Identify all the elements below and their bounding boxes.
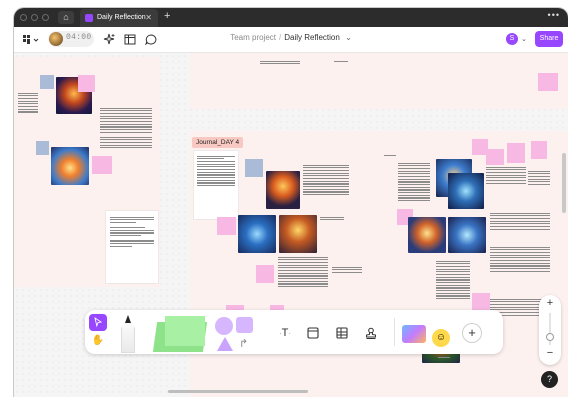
- horizontal-scrollbar[interactable]: [168, 390, 308, 393]
- breadcrumb-project[interactable]: Team project: [230, 33, 276, 42]
- artwork-image[interactable]: [448, 173, 484, 209]
- text-block: [438, 355, 450, 359]
- square-shape-tool[interactable]: [236, 317, 253, 333]
- connector-arrow-icon[interactable]: ↱: [239, 337, 248, 350]
- breadcrumb: Team project / Daily Reflection ⌄: [14, 33, 568, 42]
- text-block: [528, 169, 550, 187]
- close-tab-icon[interactable]: ✕: [145, 9, 152, 27]
- tab-daily-reflection[interactable]: Daily Reflection ✕: [80, 9, 158, 27]
- artwork-image[interactable]: [266, 171, 300, 209]
- close-window-dot[interactable]: [20, 14, 27, 21]
- artwork-image[interactable]: [448, 217, 486, 253]
- sticky-note[interactable]: [472, 293, 490, 311]
- artwork-image[interactable]: [51, 147, 89, 185]
- user-avatar[interactable]: S: [506, 33, 518, 45]
- bottom-toolbar: ✋ ↱ ·T· ☺ +: [85, 310, 503, 354]
- zoom-slider-knob[interactable]: [546, 333, 554, 341]
- text-block: [100, 106, 152, 134]
- more-tools-button[interactable]: +: [462, 323, 482, 343]
- frame-icon[interactable]: [303, 324, 323, 342]
- sticky-note[interactable]: [78, 75, 95, 92]
- file-toolbar: 04:00 Team project / Daily Reflection ⌄ S …: [14, 27, 568, 53]
- sticky-note[interactable]: [40, 75, 54, 89]
- zoom-in-button[interactable]: +: [539, 297, 561, 309]
- artwork-image[interactable]: [279, 215, 317, 253]
- dock-divider: [394, 318, 395, 346]
- minimize-window-dot[interactable]: [31, 14, 38, 21]
- tab-title: Daily Reflection: [97, 14, 146, 21]
- text-block: [384, 153, 396, 157]
- circle-shape-tool[interactable]: [215, 317, 233, 335]
- table-icon[interactable]: [332, 324, 352, 342]
- help-button[interactable]: ?: [541, 371, 558, 388]
- sticky-note[interactable]: [245, 159, 263, 177]
- section-label[interactable]: Journal_DAY 4: [192, 137, 244, 148]
- text-block: [334, 59, 348, 63]
- home-icon[interactable]: ⌂: [58, 11, 74, 24]
- text-tool[interactable]: ·T·: [275, 324, 295, 342]
- text-block: [398, 161, 430, 203]
- text-block: [100, 135, 152, 150]
- sticky-note-tool-front[interactable]: [165, 316, 205, 346]
- artwork-image[interactable]: [408, 217, 446, 253]
- text-block: [490, 245, 550, 273]
- hand-icon[interactable]: ✋: [89, 332, 107, 349]
- document-card[interactable]: [194, 151, 238, 219]
- figma-file-icon: [85, 14, 93, 22]
- chevron-down-icon[interactable]: ⌄: [345, 33, 352, 42]
- sticky-note[interactable]: [538, 73, 558, 91]
- sticky-note[interactable]: [36, 141, 49, 155]
- pointer-icon[interactable]: [89, 314, 107, 331]
- breadcrumb-separator: /: [279, 33, 282, 42]
- sticky-note[interactable]: [217, 217, 236, 235]
- more-menu-icon[interactable]: •••: [548, 10, 560, 20]
- triangle-shape-tool[interactable]: [217, 337, 233, 351]
- stamp-icon[interactable]: [361, 324, 381, 342]
- text-block: [278, 255, 328, 289]
- sticky-note[interactable]: [92, 156, 112, 174]
- sticky-note[interactable]: [486, 149, 504, 165]
- zoom-out-button[interactable]: −: [539, 347, 561, 359]
- sticky-note[interactable]: [507, 143, 525, 163]
- text-block: [303, 163, 349, 197]
- vertical-scrollbar[interactable]: [562, 153, 566, 213]
- artwork-image[interactable]: [238, 215, 276, 253]
- chevron-down-icon[interactable]: ⌄: [521, 32, 529, 47]
- share-button[interactable]: Share: [535, 31, 563, 47]
- text-block: [486, 165, 526, 185]
- section-top[interactable]: [190, 53, 568, 109]
- text-block: [320, 215, 344, 222]
- text-block: [18, 91, 38, 114]
- sticky-note[interactable]: [256, 265, 274, 283]
- new-tab-button[interactable]: +: [164, 10, 170, 22]
- text-block: [490, 211, 550, 231]
- breadcrumb-file[interactable]: Daily Reflection: [284, 33, 340, 42]
- zoom-control: + −: [539, 295, 561, 365]
- widgets-icon[interactable]: [402, 325, 426, 343]
- text-block: [436, 259, 470, 301]
- browser-title-bar: ⌂ Daily Reflection ✕ + •••: [14, 8, 568, 27]
- text-block: [332, 265, 362, 275]
- sticky-note[interactable]: [531, 141, 547, 159]
- app-window: ⌂ Daily Reflection ✕ + ••• 04:00 Team pr…: [14, 8, 568, 397]
- emoji-sticker-icon[interactable]: ☺: [432, 329, 450, 347]
- maximize-window-dot[interactable]: [42, 14, 49, 21]
- text-block: [260, 59, 300, 66]
- document-card[interactable]: [106, 211, 158, 283]
